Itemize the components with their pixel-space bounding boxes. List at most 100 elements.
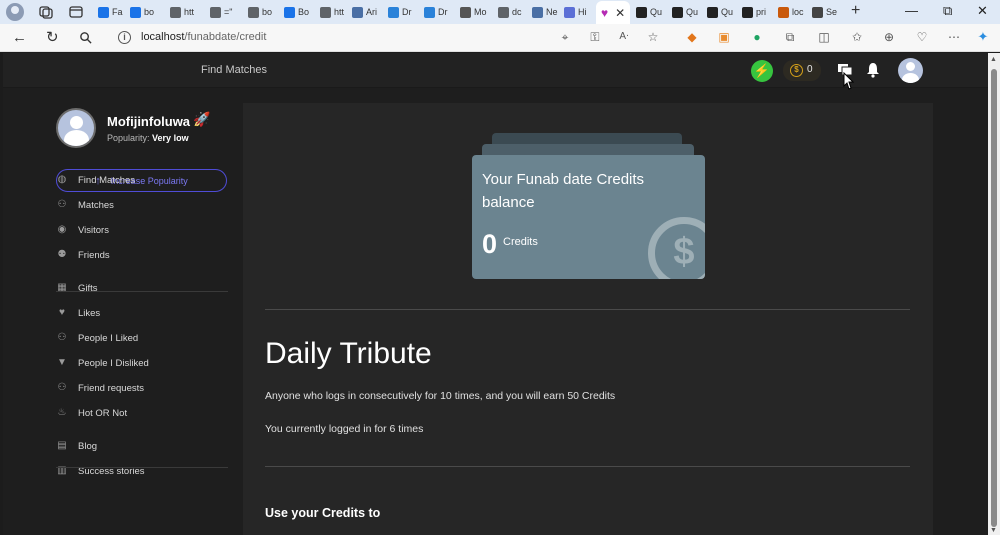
minimize-icon[interactable]: — <box>905 3 918 18</box>
profile-name[interactable]: Mofijinfoluwa <box>107 114 190 129</box>
sidebar-item-matches[interactable]: ⚇ Matches <box>56 196 226 214</box>
credits-badge[interactable]: $ 0 <box>783 60 821 81</box>
tab-label: htt <box>334 7 345 17</box>
favorite-star-icon[interactable]: ☆ <box>646 30 660 44</box>
more-menu-icon[interactable]: ⋯ <box>947 30 961 44</box>
new-tab-icon[interactable]: + <box>851 2 860 20</box>
back-icon[interactable]: ← <box>12 29 27 47</box>
sidebar-item-label: People I Disliked <box>78 357 149 369</box>
daily-tribute-heading: Daily Tribute <box>265 337 432 370</box>
url-text: localhost/funabdate/credit <box>141 31 266 43</box>
person-add-icon: ⚇ <box>57 382 67 393</box>
browser-tab[interactable]: Qu <box>705 2 739 22</box>
site-info-icon[interactable]: i <box>118 31 131 44</box>
browser-tab[interactable]: loc <box>776 2 810 22</box>
maximize-icon[interactable]: ⧉ <box>943 3 952 19</box>
credits-card-title: Your Funab date Credits balance <box>482 171 645 211</box>
refresh-icon[interactable]: ↻ <box>46 29 59 47</box>
url-path: /funabdate/credit <box>184 31 267 43</box>
browser-tab[interactable]: Dr <box>386 2 420 22</box>
people-icon: ⚇ <box>57 199 67 210</box>
browser-tab[interactable]: htt <box>318 2 352 22</box>
browser-tabs-right.0.icon <box>636 6 647 18</box>
credits-amount: 0 <box>482 229 498 259</box>
browser-tab[interactable]: Ne <box>530 2 564 22</box>
browser-tab[interactable]: Se <box>810 2 844 22</box>
browser-tab[interactable]: =" <box>208 2 242 22</box>
sidebar-item-likes[interactable]: ♥ Likes <box>56 304 226 322</box>
scroll-up-icon[interactable]: ▲ <box>990 56 997 63</box>
divider <box>265 466 910 467</box>
user-avatar[interactable] <box>898 58 923 83</box>
browser-tab[interactable]: Bo <box>282 2 316 22</box>
page-title: Find Matches <box>201 64 268 76</box>
browser-tabs-right.1.icon <box>672 6 683 18</box>
sidebar-item-label: People I Liked <box>78 332 139 344</box>
page-scrollbar[interactable]: ▲ ▼ <box>988 53 1000 535</box>
browser-tab[interactable]: pri <box>740 2 774 22</box>
sidebar-item-friends[interactable]: ⚉ Friends <box>56 246 226 264</box>
tab-actions-icon[interactable] <box>68 4 84 20</box>
split-screen-icon[interactable]: ◫ <box>817 30 831 44</box>
sidebar-item-label: Visitors <box>78 224 109 236</box>
boost-lightning-icon[interactable]: ⚡ <box>751 60 773 82</box>
browser-tab[interactable]: Dr <box>422 2 456 22</box>
close-tab-icon[interactable]: ✕ <box>615 6 625 20</box>
tab-label: dc <box>512 7 522 17</box>
sidebar-item-friend-requests[interactable]: ⚇ Friend requests <box>56 379 226 397</box>
sidebar-item-success-stories[interactable]: ▥ Success stories <box>56 462 226 480</box>
tab-label: bo <box>262 7 273 17</box>
sidebar-item-gifts[interactable]: ▦ Gifts <box>56 279 226 297</box>
location-icon[interactable]: ⌖ <box>558 30 572 44</box>
copilot-icon[interactable]: ✦ <box>976 30 990 44</box>
sidebar-item-hot-or-not[interactable]: ♨ Hot OR Not <box>56 404 226 422</box>
browser-tab[interactable]: bo <box>128 2 162 22</box>
sidebar-item-blog[interactable]: ▤ Blog <box>56 437 226 455</box>
daily-tribute-rule: Anyone who logs in consecutively for 10 … <box>265 390 616 402</box>
browser-tabs.8.icon <box>388 6 399 18</box>
browser-tab[interactable]: Qu <box>634 2 668 22</box>
browser-tabs.3.icon <box>210 6 221 18</box>
browser-tab[interactable]: Fa <box>96 2 130 22</box>
blog-icon: ▤ <box>57 440 67 451</box>
extensions-icon[interactable]: ⧉ <box>783 30 797 44</box>
tab-label: Se <box>826 7 838 17</box>
favorites-icon[interactable]: ✩ <box>850 30 864 44</box>
grammarly-icon[interactable]: ● <box>750 30 764 44</box>
collections-icon[interactable]: ⊕ <box>882 30 896 44</box>
browser-profile-icon[interactable] <box>6 3 24 21</box>
extension-square-icon[interactable]: ▣ <box>717 30 731 44</box>
browser-tabs-right.5.icon <box>812 6 823 18</box>
friends-icon: ⚉ <box>57 249 67 260</box>
notifications-bell-icon[interactable] <box>865 62 881 78</box>
sidebar-item-find-matches[interactable]: ◍ Find Matches <box>56 171 226 189</box>
sidebar-item-people-i-disliked[interactable]: ▼ People I Disliked <box>56 354 226 372</box>
url-field[interactable]: i localhost/funabdate/credit <box>108 27 668 49</box>
key-icon[interactable]: ⚿ <box>588 30 602 44</box>
sidebar-item-people-i-liked[interactable]: ⚇ People I Liked <box>56 329 226 347</box>
search-icon[interactable] <box>79 31 92 44</box>
scroll-thumb[interactable] <box>991 69 997 527</box>
tab-label: bo <box>144 7 155 17</box>
browser-tabs-right.2.icon <box>707 6 718 18</box>
sidebar-item-visitors[interactable]: ◉ Visitors <box>56 221 226 239</box>
close-window-icon[interactable]: ✕ <box>977 3 988 19</box>
browser-essentials-icon[interactable]: ♡ <box>915 30 929 44</box>
browser-tab[interactable]: htt <box>168 2 202 22</box>
scroll-down-icon[interactable]: ▼ <box>990 527 997 534</box>
browser-tab[interactable]: bo <box>246 2 280 22</box>
active-tab[interactable]: ♥ ✕ <box>596 1 630 24</box>
browser-tabs.9.icon <box>424 6 435 18</box>
browser-tab[interactable]: Ari <box>350 2 384 22</box>
read-aloud-icon[interactable]: Aᐧ <box>617 30 631 44</box>
browser-tab[interactable]: Qu <box>670 2 704 22</box>
address-bar: ← ↻ i localhost/funabdate/credit ⌖ ⚿ Aᐧ … <box>0 24 1000 52</box>
browser-tab[interactable]: Hi <box>562 2 596 22</box>
browser-tabs.0.icon <box>98 6 109 18</box>
workspaces-icon[interactable] <box>38 4 54 20</box>
metamask-icon[interactable]: ◆ <box>685 30 699 44</box>
browser-tabs.13.icon <box>564 6 575 18</box>
browser-tab[interactable]: dc <box>496 2 530 22</box>
browser-tab[interactable]: Mo <box>458 2 492 22</box>
profile-avatar[interactable] <box>56 108 96 148</box>
